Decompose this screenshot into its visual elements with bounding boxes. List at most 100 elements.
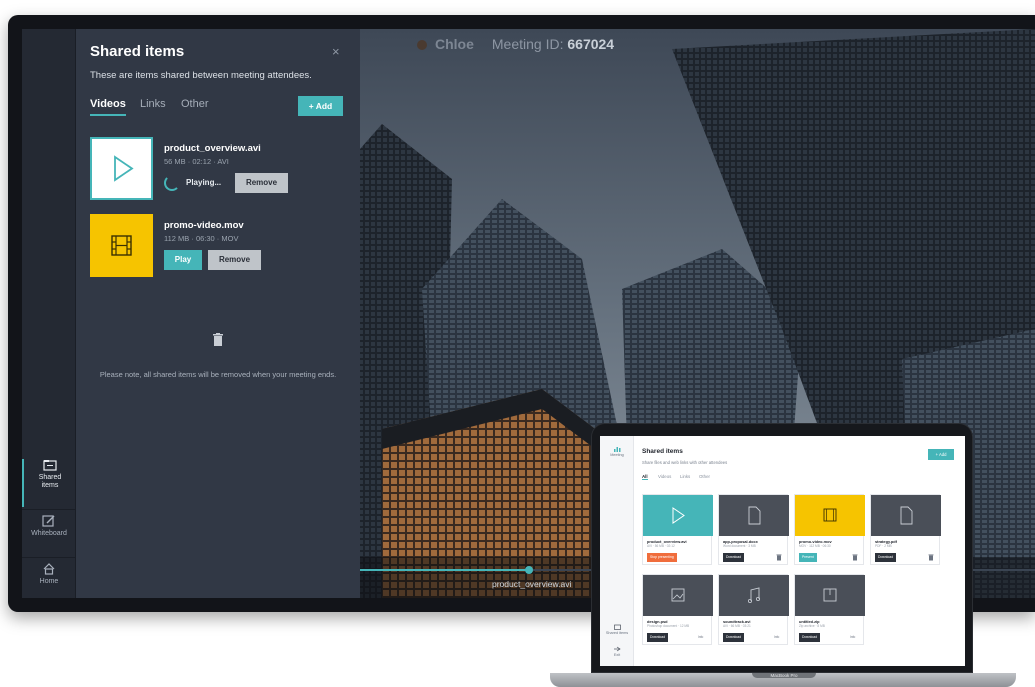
laptop-page-title: Shared items (642, 448, 683, 455)
stop-presenting-button[interactable]: Stop presenting (647, 553, 677, 562)
item-actions: Playing... Remove (164, 173, 344, 193)
laptop-page-subtitle: Share files and web links with other att… (642, 460, 728, 465)
card-meta: AVI · 66 MB · 03:21 (723, 624, 751, 628)
laptop-rail-item-exit[interactable]: Exit (600, 646, 634, 658)
play-button[interactable]: Play (164, 250, 202, 270)
video-thumbnail[interactable] (90, 137, 153, 200)
trash-icon[interactable] (852, 554, 858, 561)
list-item[interactable]: product_overview.avi 56 MB · 02:12 · AVI… (90, 137, 346, 201)
film-icon (111, 235, 132, 256)
card-thumbnail[interactable] (795, 575, 865, 616)
rail-item-shared-items[interactable]: Shared items (22, 459, 76, 507)
remove-button[interactable]: Remove (235, 173, 288, 193)
trash-icon[interactable] (928, 554, 934, 561)
play-icon (114, 155, 134, 182)
rail-item-label: Home (39, 578, 59, 585)
laptop-tab-links[interactable]: Links (680, 474, 690, 479)
laptop-tab-other[interactable]: Other (699, 474, 710, 479)
card-meta: PDF · 2 MB (875, 544, 892, 548)
tab-videos[interactable]: Videos (90, 98, 126, 116)
panel-title: Shared items (90, 43, 185, 60)
rail-divider (22, 509, 76, 510)
file-card[interactable]: product_overview.avi AVI · 56 MB · 02:12… (642, 494, 713, 565)
laptop-rail-label: Meeting (610, 453, 624, 457)
file-card[interactable]: design.psd Photoshop document · 12 MB Do… (642, 574, 713, 645)
panel-subtitle: These are items shared between meeting a… (90, 70, 312, 81)
participant-name: Chloe (435, 36, 474, 52)
card-thumbnail[interactable] (719, 575, 789, 616)
rail-item-home[interactable]: Home (22, 563, 76, 598)
laptop-tab-all[interactable]: All (642, 474, 648, 480)
progress-fill (360, 569, 529, 571)
card-thumbnail[interactable] (643, 495, 713, 536)
tab-links[interactable]: Links (140, 98, 166, 110)
item-meta: 112 MB · 06:30 · MOV (164, 234, 239, 243)
item-actions: Play Remove (164, 250, 344, 270)
file-card[interactable]: soundtrack.avi AVI · 66 MB · 03:21 Downl… (718, 574, 789, 645)
present-button[interactable]: Present (799, 553, 817, 562)
image-icon (671, 588, 685, 602)
close-icon[interactable]: × (332, 44, 340, 59)
archive-icon (823, 588, 837, 602)
laptop-rail: Meeting Shared items Exit (600, 436, 634, 666)
now-playing-title: product_overview.avi (492, 579, 572, 589)
laptop-rail-label: Shared items (605, 631, 629, 635)
download-button[interactable]: Download (647, 633, 669, 642)
removal-note: Please note, all shared items will be re… (99, 370, 337, 379)
rail-item-label: Shared items (38, 474, 62, 489)
pencil-icon (42, 515, 55, 527)
laptop-rail-label: Exit (613, 653, 621, 657)
exit-icon (613, 646, 621, 652)
download-button[interactable]: Download (875, 553, 897, 562)
video-thumbnail[interactable] (90, 214, 153, 277)
meeting-id-label: Meeting ID: (491, 36, 564, 52)
film-icon (823, 508, 837, 522)
loading-spinner-icon (164, 175, 180, 191)
download-button[interactable]: Download (723, 553, 745, 562)
laptop-add-button[interactable]: + Add (928, 449, 954, 460)
trash-icon[interactable] (776, 554, 782, 561)
laptop-screen: Meeting Shared items Exit Shared items S… (600, 436, 965, 666)
card-meta: MOV · 112 MB · 06:30 (799, 544, 831, 548)
playing-status: Playing... (186, 178, 222, 187)
card-thumbnail[interactable] (719, 495, 789, 536)
rail-item-whiteboard[interactable]: Whiteboard (22, 515, 76, 563)
meeting-id-value: 667024 (567, 36, 615, 52)
rail-item-label: Whiteboard (31, 530, 67, 537)
card-thumbnail[interactable] (795, 495, 865, 536)
card-meta: AVI · 56 MB · 02:12 (647, 544, 675, 548)
file-card[interactable]: app-proposal.docx Word document · 3 MB D… (718, 494, 789, 565)
shared-items-panel: Shared items × These are items shared be… (76, 29, 360, 598)
card-meta: Photoshop document · 12 MB (647, 624, 690, 628)
play-icon (672, 507, 685, 524)
stage: Chloe Meeting ID: 667024 product_overview… (0, 0, 1035, 687)
home-icon (43, 563, 55, 575)
document-icon (748, 506, 761, 525)
card-meta: Zip archive · 8 MB (799, 624, 825, 628)
remove-button[interactable]: Remove (208, 250, 261, 270)
meeting-header: Chloe Meeting ID: 667024 (417, 36, 614, 52)
item-name: product_overview.avi (164, 143, 261, 154)
card-thumbnail[interactable] (871, 495, 941, 536)
file-card[interactable]: untitled.zip Zip archive · 8 MB Download… (794, 574, 865, 645)
info-link[interactable]: Info (850, 635, 855, 639)
info-link[interactable]: Info (698, 635, 703, 639)
card-thumbnail[interactable] (643, 575, 713, 616)
list-item[interactable]: promo-video.mov 112 MB · 06:30 · MOV Pla… (90, 214, 346, 278)
download-button[interactable]: Download (799, 633, 821, 642)
download-button[interactable]: Download (723, 633, 745, 642)
laptop-rail-item-shared-items[interactable]: Shared items (600, 624, 634, 636)
info-link[interactable]: Info (774, 635, 779, 639)
file-card[interactable]: promo-video.mov MOV · 112 MB · 06:30 Pre… (794, 494, 865, 565)
add-button[interactable]: + Add (298, 96, 343, 116)
folder-icon (613, 624, 621, 630)
progress-knob[interactable] (524, 566, 533, 574)
file-card[interactable]: strategy.pdf PDF · 2 MB Download (870, 494, 941, 565)
tab-other[interactable]: Other (181, 98, 209, 110)
folder-icon (43, 460, 57, 471)
laptop-tab-videos[interactable]: Videos (658, 474, 671, 479)
laptop-rail-item-meeting[interactable]: Meeting (600, 446, 634, 458)
meeting-icon (613, 447, 620, 452)
item-name: promo-video.mov (164, 220, 244, 231)
card-meta: Word document · 3 MB (723, 544, 756, 548)
